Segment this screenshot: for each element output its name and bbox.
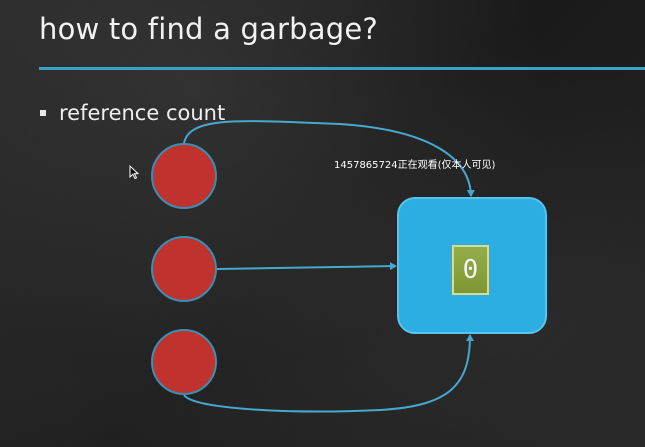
slide: how to find a garbage? reference count 0…	[0, 0, 645, 447]
reference-circle-3	[151, 329, 217, 395]
cursor-arrow-icon	[129, 165, 139, 179]
viewer-watermark: 1457865724正在观看(仅本人可见)	[334, 160, 496, 171]
reference-counter: 0	[452, 245, 489, 295]
reference-arrow-bottom	[183, 334, 474, 413]
reference-arrows	[183, 120, 475, 413]
reference-circle-2	[151, 236, 217, 302]
reference-circle-1	[151, 143, 217, 209]
reference-arrow-middle	[216, 262, 397, 271]
